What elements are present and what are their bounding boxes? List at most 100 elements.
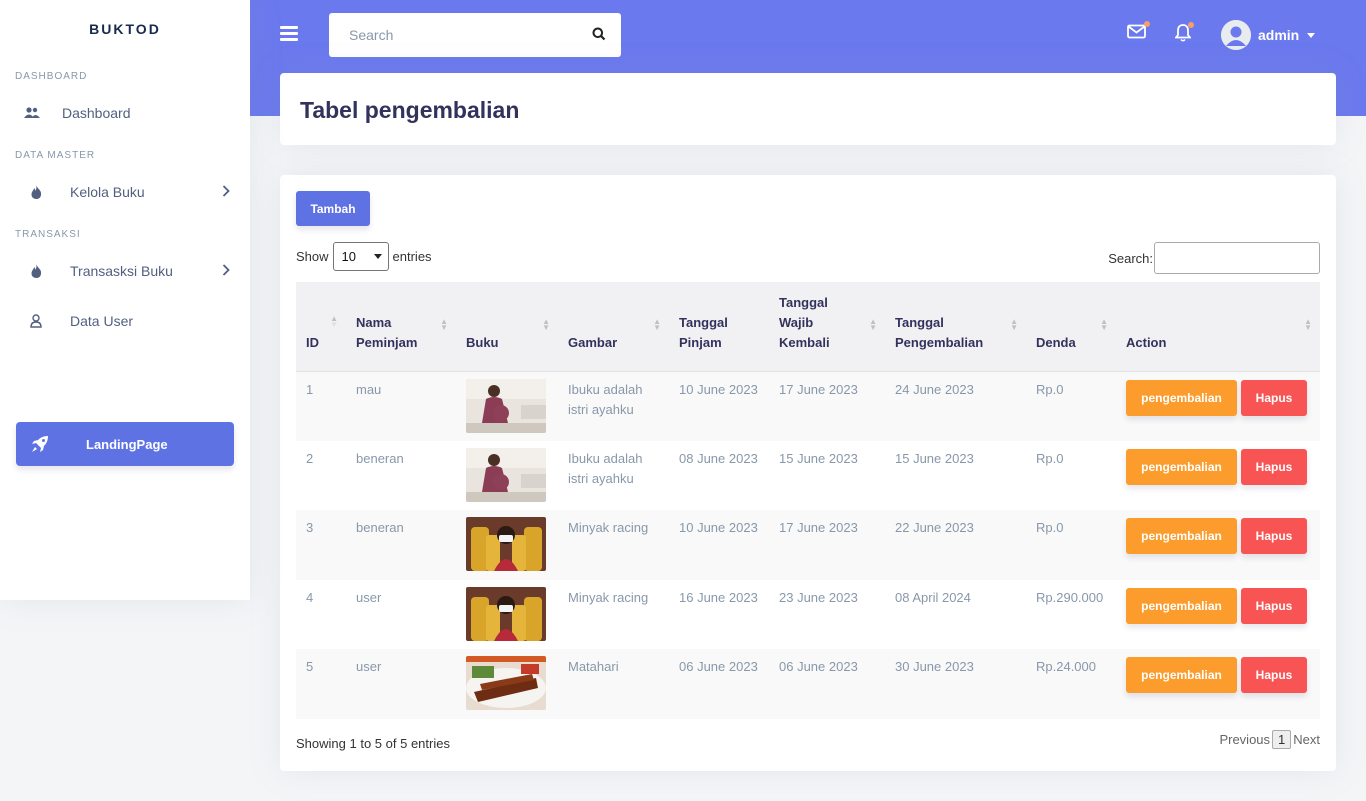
column-header[interactable]: Tanggal Pinjam bbox=[669, 282, 769, 372]
chevron-right-icon bbox=[222, 184, 230, 200]
column-header[interactable]: Buku ▲ ▼ bbox=[456, 282, 558, 372]
table-search-input[interactable] bbox=[1154, 242, 1320, 274]
book-cover-image bbox=[466, 378, 548, 433]
cell-tanggal-pengembalian: 24 June 2023 bbox=[885, 371, 1026, 441]
cell-action: pengembalian Hapus bbox=[1116, 441, 1320, 511]
cell-id: 2 bbox=[306, 450, 314, 466]
book-cover-image bbox=[466, 586, 548, 641]
nav-heading-dashboard: DASHBOARD bbox=[15, 70, 88, 82]
cell-denda: Rp.290.000 bbox=[1036, 589, 1104, 605]
entries-length-control: Show 10 entries bbox=[296, 242, 432, 271]
cell-tanggal-pinjam: 16 June 2023 bbox=[679, 589, 758, 605]
column-header[interactable]: ID ▲ ▼ bbox=[296, 282, 346, 372]
entries-select[interactable]: 10 bbox=[332, 242, 389, 271]
column-header[interactable]: Denda ▲ ▼ bbox=[1026, 282, 1116, 372]
cell-gambar: Minyak racing bbox=[558, 510, 669, 580]
return-button[interactable]: pengembalian bbox=[1126, 448, 1237, 485]
cell-tanggal-pinjam: 08 June 2023 bbox=[679, 450, 758, 466]
delete-button[interactable]: Hapus bbox=[1241, 657, 1307, 693]
cell-tanggal-wajib-kembali: 06 June 2023 bbox=[769, 649, 885, 719]
fire-icon bbox=[28, 184, 44, 200]
table-header-row: ID ▲ ▼ Nama Peminjam ▲ ▼ Buku ▲ ▼ Gambar ▲ ▼ Tan… bbox=[296, 282, 1320, 372]
cell-gambar: Ibuku adalah istri ayahku bbox=[558, 371, 669, 441]
table-row: 2 beneran Ibuku adalah istri ayahku 08 June… bbox=[296, 441, 1320, 511]
next-button[interactable]: Next bbox=[1293, 732, 1320, 747]
show-label: Show bbox=[296, 249, 329, 264]
sidebar-item-label: Dashboard bbox=[62, 105, 131, 121]
cell-tanggal-pengembalian: 30 June 2023 bbox=[885, 649, 1026, 719]
search-placeholder: Search bbox=[349, 27, 394, 43]
cell-denda: Rp.0 bbox=[1036, 450, 1064, 466]
page-header-card: Tabel pengembalian bbox=[280, 73, 1336, 145]
brand-logo[interactable]: BUKTOD bbox=[0, 0, 250, 58]
cell-tanggal-pengembalian: 08 April 2024 bbox=[895, 589, 971, 605]
column-header[interactable]: Action ▲ ▼ bbox=[1116, 282, 1320, 372]
return-button[interactable]: pengembalian bbox=[1126, 587, 1237, 624]
delete-button[interactable]: Hapus bbox=[1241, 379, 1307, 416]
caret-down-icon bbox=[1307, 32, 1316, 38]
cell-tanggal-pengembalian: 22 June 2023 bbox=[885, 510, 1026, 580]
nav-heading-data-master: DATA MASTER bbox=[15, 149, 96, 161]
column-header[interactable]: Nama Peminjam ▲ ▼ bbox=[346, 282, 456, 372]
return-button[interactable]: pengembalian bbox=[1126, 657, 1237, 693]
bell-icon[interactable] bbox=[1174, 22, 1194, 47]
rocket-icon bbox=[31, 435, 49, 456]
return-button[interactable]: pengembalian bbox=[1126, 379, 1237, 416]
fire-icon bbox=[28, 263, 44, 279]
table-row: 1 mau Ibuku adalah istri ayahku 10 June 202… bbox=[296, 371, 1320, 441]
sidebar-item-data-user[interactable]: Data User bbox=[0, 296, 250, 346]
sidebar-item-dashboard[interactable]: Dashboard bbox=[0, 88, 250, 138]
delete-button[interactable]: Hapus bbox=[1241, 448, 1307, 485]
cell-denda: Rp.24.000 bbox=[1026, 649, 1116, 719]
cell-action: pengembalian Hapus bbox=[1116, 649, 1320, 719]
user-menu[interactable]: admin bbox=[1221, 20, 1316, 50]
chevron-right-icon bbox=[222, 263, 230, 279]
users-icon bbox=[24, 105, 40, 121]
add-button[interactable]: Tambah bbox=[296, 191, 370, 226]
book-cover-image bbox=[466, 447, 548, 502]
cell-buku bbox=[456, 441, 558, 511]
menu-toggle-icon[interactable] bbox=[280, 26, 298, 44]
cell-nama-peminjam: beneran bbox=[346, 510, 456, 580]
mail-icon[interactable] bbox=[1127, 21, 1150, 44]
cell-buku bbox=[456, 580, 558, 650]
cell-action: pengembalian Hapus bbox=[1116, 580, 1320, 650]
chevron-down-icon bbox=[373, 254, 382, 259]
column-header[interactable]: Gambar ▲ ▼ bbox=[558, 282, 669, 372]
return-button[interactable]: pengembalian bbox=[1126, 518, 1237, 554]
sidebar-item-label: Kelola Buku bbox=[70, 184, 145, 200]
book-cover-image bbox=[466, 517, 548, 571]
page-button[interactable]: 1 bbox=[1272, 730, 1292, 749]
landing-page-button[interactable]: LandingPage bbox=[16, 422, 234, 466]
search-icon[interactable] bbox=[592, 27, 606, 44]
cell-id: 4 bbox=[306, 589, 314, 605]
cell-gambar: Ibuku adalah istri ayahku bbox=[568, 450, 643, 486]
column-header[interactable]: Tanggal Pengembalian ▲ ▼ bbox=[885, 282, 1026, 372]
page-title: Tabel pengembalian bbox=[300, 97, 520, 123]
table-row: 5 user Matahari 06 June 2023 06 June 2023 30 … bbox=[296, 649, 1320, 719]
book-cover-image bbox=[466, 656, 548, 710]
cell-tanggal-wajib-kembali: 17 June 2023 bbox=[769, 510, 885, 580]
cell-nama-peminjam: user bbox=[356, 589, 382, 605]
search-input[interactable]: Search bbox=[329, 13, 621, 57]
previous-button[interactable]: Previous bbox=[1219, 732, 1270, 747]
cell-buku bbox=[456, 371, 558, 441]
table-row: 4 user Minyak racing 16 June 2023 23 June 20… bbox=[296, 580, 1320, 650]
cell-denda: Rp.0 bbox=[1026, 371, 1116, 441]
cell-tanggal-wajib-kembali: 15 June 2023 bbox=[779, 450, 858, 466]
sidebar-item-kelola-buku[interactable]: Kelola Buku bbox=[0, 167, 250, 217]
cell-action: pengembalian Hapus bbox=[1116, 510, 1320, 580]
table-search-label: Search: bbox=[1108, 250, 1153, 266]
user-name: admin bbox=[1258, 27, 1300, 43]
cell-buku bbox=[456, 510, 558, 580]
avatar bbox=[1221, 20, 1251, 50]
cell-id: 3 bbox=[296, 510, 346, 580]
sidebar-item-label: Data User bbox=[70, 313, 134, 329]
column-header[interactable]: Tanggal Wajib Kembali ▲ ▼ bbox=[769, 282, 885, 372]
cell-denda: Rp.0 bbox=[1026, 510, 1116, 580]
delete-button[interactable]: Hapus bbox=[1241, 587, 1307, 624]
cell-action: pengembalian Hapus bbox=[1116, 371, 1320, 441]
sidebar-item-transaksi-buku[interactable]: Transasksi Buku bbox=[0, 246, 250, 296]
delete-button[interactable]: Hapus bbox=[1241, 518, 1307, 554]
sidebar-item-label: Transasksi Buku bbox=[70, 263, 173, 279]
